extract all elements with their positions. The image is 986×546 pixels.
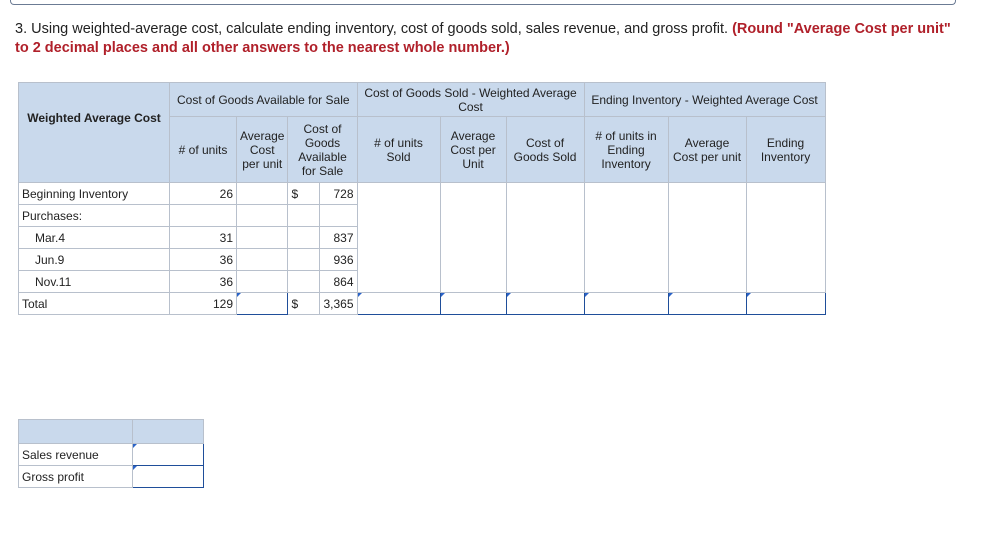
row-label: Jun.9 [18,248,170,271]
question-prompt: 3. Using weighted-average cost, calculat… [15,20,965,58]
header-units: # of units [169,116,237,183]
ending-inventory-area [745,182,826,293]
row-label: Purchases: [18,204,170,227]
table-row: Beginning Inventory 26 $ 728 [18,182,909,293]
header-ending-weighted: Ending Inventory - Weighted Average Cost [583,82,826,117]
cost-cell: 864 [319,270,358,293]
header-cogs: Cost of Goods Sold [505,116,585,183]
units-cell: 36 [169,248,237,271]
cost-cell: 936 [319,248,358,271]
summary-header-blank [132,419,204,444]
avg-cost-cell [235,204,289,227]
cost-cell: 837 [319,226,358,249]
avg-cost-cell [235,248,289,271]
weighted-average-table: Weighted Average Cost Cost of Goods Avai… [18,82,909,315]
sales-revenue-input[interactable] [132,443,204,466]
dollar-sign: $ [287,292,321,315]
header-weighted-average-cost: Weighted Average Cost [18,82,170,183]
top-frame-edge [10,0,956,5]
header-row-label-text: Weighted Average Cost [27,110,161,125]
cogs-area [505,182,585,293]
avg-cost-cell [235,270,289,293]
row-label: Mar.4 [18,226,170,249]
units-ending-area [583,182,669,293]
gross-profit-label: Gross profit [18,465,133,488]
dollar-sign [287,248,321,271]
units-cell: 26 [169,182,237,205]
dollar-sign [287,270,321,293]
units-cell [169,204,237,227]
row-label: Total [18,292,170,315]
avg-cost-cell [235,182,289,205]
cost-cell: 728 [319,182,358,205]
avg-cost-sold-input[interactable] [439,292,507,315]
header-avg-cost-ending: Average Cost per unit [667,116,747,183]
summary-header-blank [18,419,133,444]
cost-cell [319,204,358,227]
header-units-sold: # of units Sold [356,116,441,183]
avg-cost-ending-input[interactable] [667,292,747,315]
units-cell: 31 [169,226,237,249]
header-cogs-weighted: Cost of Goods Sold - Weighted Average Co… [356,82,585,117]
dollar-sign [287,204,321,227]
cost-cell: 3,365 [319,292,358,315]
avg-cost-ending-area [667,182,747,293]
units-sold-area [356,182,441,293]
avg-cost-total-input[interactable] [235,292,289,315]
units-cell: 36 [169,270,237,293]
header-avg-cost: Average Cost per unit [235,116,289,183]
cogs-input[interactable] [505,292,585,315]
avg-cost-cell [235,226,289,249]
header-avg-cost-sold: Average Cost per Unit [439,116,507,183]
header-cost-available-sale: Cost of Goods Available for Sale [287,116,358,183]
avg-cost-sold-area [439,182,507,293]
header-cost-available: Cost of Goods Available for Sale [169,82,358,117]
units-ending-input[interactable] [583,292,669,315]
header-units-ending: # of units in Ending Inventory [583,116,669,183]
ending-inventory-input[interactable] [745,292,826,315]
summary-table: Sales revenue Gross profit [18,419,204,488]
dollar-sign: $ [287,182,321,205]
header-ending-inventory: Ending Inventory [745,116,826,183]
question-text: 3. Using weighted-average cost, calculat… [15,21,729,37]
table-row-total: Total 129 $ 3,365 [18,292,909,315]
units-cell: 129 [169,292,237,315]
row-label: Beginning Inventory [18,182,170,205]
row-label: Nov.11 [18,270,170,293]
gross-profit-input[interactable] [132,465,204,488]
sales-revenue-label: Sales revenue [18,443,133,466]
dollar-sign [287,226,321,249]
units-sold-input[interactable] [356,292,441,315]
